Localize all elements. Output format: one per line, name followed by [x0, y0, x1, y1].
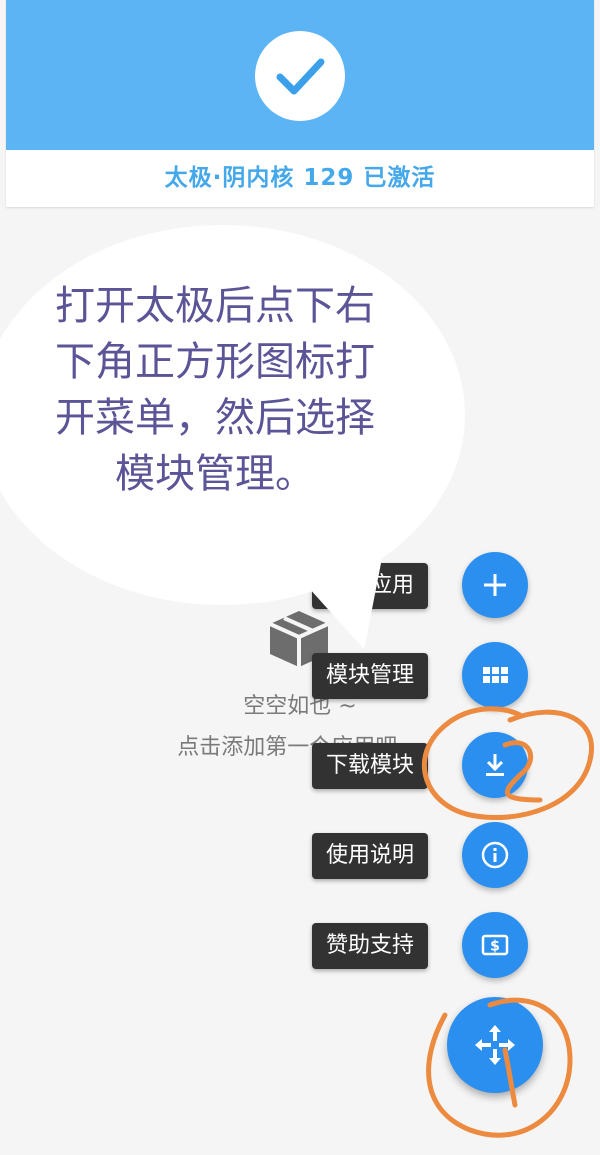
svg-text:$: $: [490, 939, 500, 955]
dollar-icon: $: [481, 934, 509, 956]
module-manage-button[interactable]: [462, 642, 528, 708]
grid-icon: [483, 667, 508, 683]
fab-label-sponsor[interactable]: 赞助支持: [312, 923, 429, 969]
fab-label-instructions[interactable]: 使用说明: [312, 833, 429, 879]
download-icon: [486, 754, 504, 776]
instructions-button[interactable]: [462, 822, 528, 888]
add-app-button[interactable]: [462, 552, 528, 618]
status-text: 太极·阴内核 129 已激活: [164, 165, 436, 191]
check-circle: [255, 31, 345, 121]
download-module-button[interactable]: [462, 732, 528, 798]
fab-label-download-module[interactable]: 下载模块: [312, 743, 429, 789]
sponsor-button[interactable]: $: [462, 912, 528, 978]
plus-icon: [484, 574, 506, 596]
check-icon: [276, 58, 325, 95]
move-icon: [475, 1025, 515, 1065]
main-fab-button[interactable]: [447, 997, 543, 1093]
status-banner: [6, 0, 594, 150]
status-card: 太极·阴内核 129 已激活: [6, 0, 594, 207]
annotation-text: 打开太极后点下右下角正方形图标打开菜单，然后选择模块管理。: [55, 283, 375, 497]
info-icon: [481, 841, 509, 869]
